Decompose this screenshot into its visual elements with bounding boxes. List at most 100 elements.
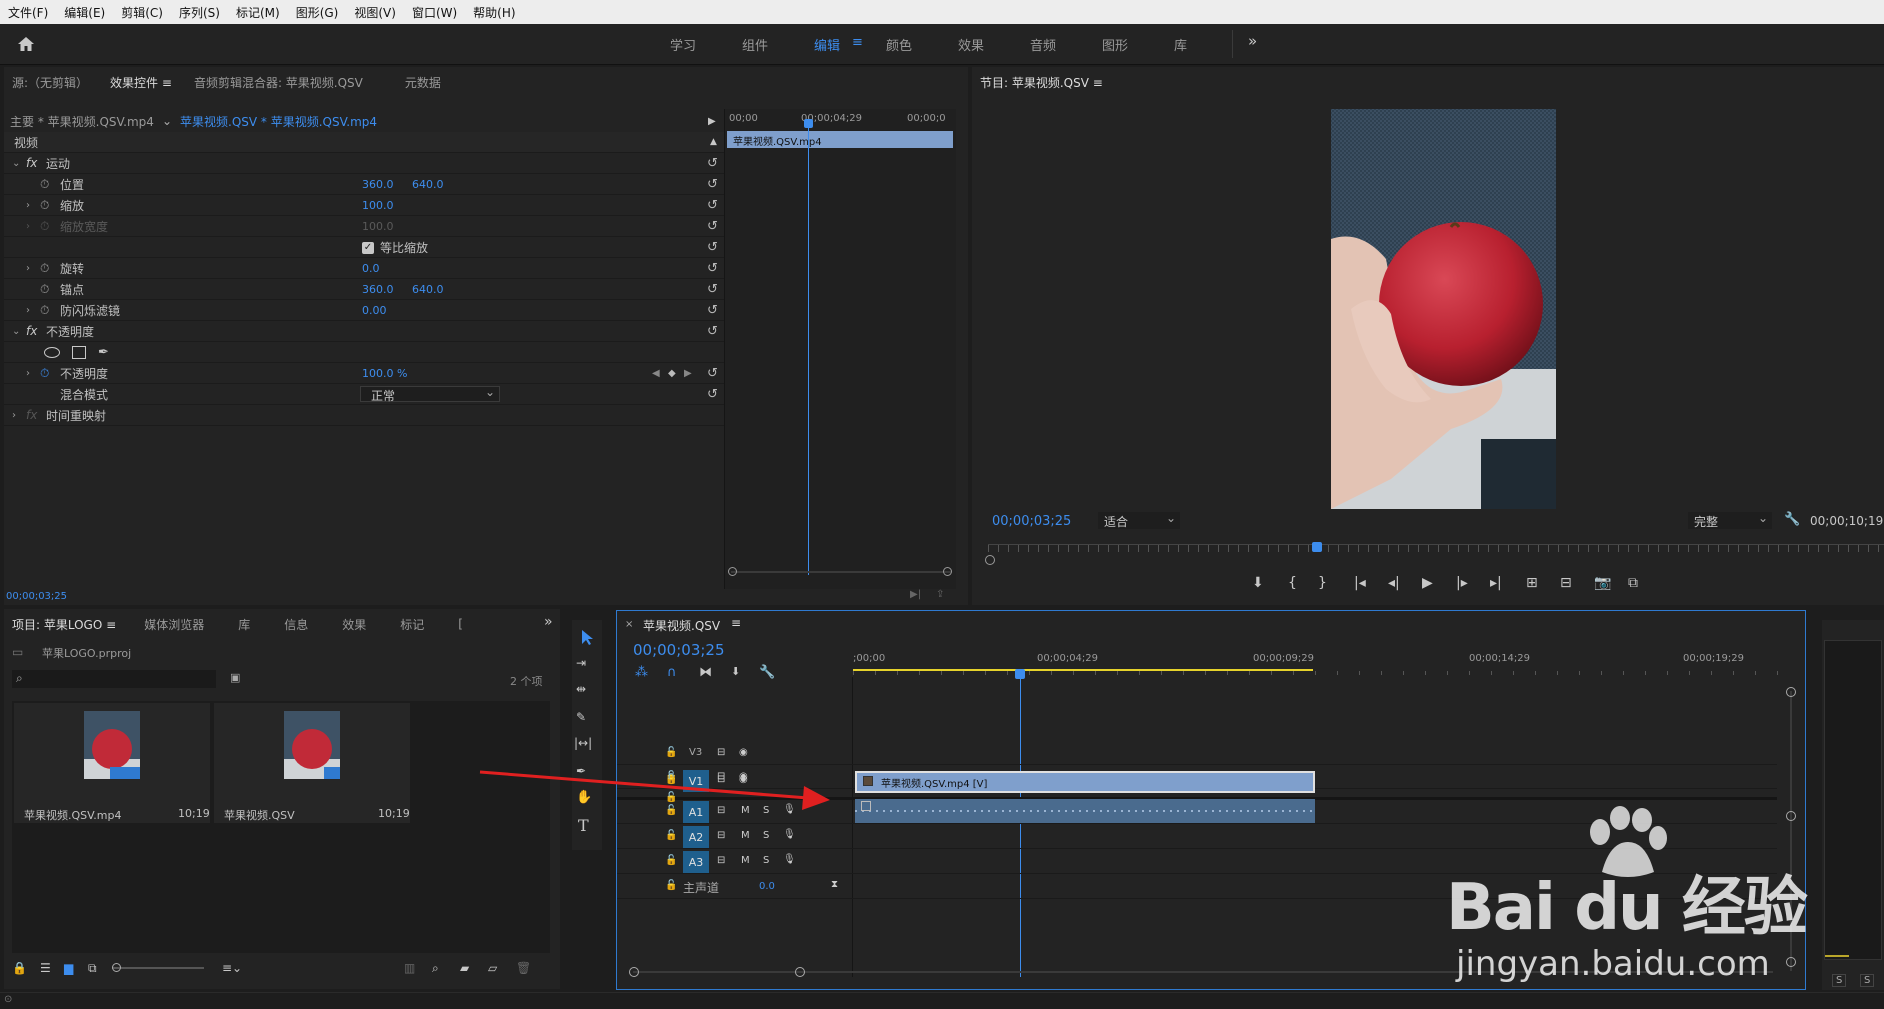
timeline-ruler[interactable]: ;00;00 00;00;04;29 00;00;09;29 00;00;14;…: [853, 641, 1793, 675]
snap-magnet-icon[interactable]: ∩: [667, 665, 677, 680]
home-icon[interactable]: [16, 35, 36, 53]
tab-overflow[interactable]: [: [458, 617, 463, 631]
stopwatch-icon[interactable]: ⏱: [40, 303, 49, 318]
menu-edit[interactable]: 编辑(E): [56, 4, 113, 21]
chevron-down-icon[interactable]: ⌄: [162, 114, 172, 128]
next-keyframe-icon[interactable]: ▶: [684, 368, 692, 379]
microphone-icon[interactable]: 🎙: [783, 854, 796, 865]
tab-source[interactable]: 源:（无剪辑）: [12, 74, 88, 91]
program-title[interactable]: 节目: 苹果视频.QSV: [980, 74, 1103, 91]
opacity-value[interactable]: 100.0 %: [362, 367, 407, 380]
tab-audio-clip-mixer[interactable]: 音频剪辑混合器: 苹果视频.QSV: [194, 74, 363, 91]
workspace-graphics[interactable]: 图形: [1102, 35, 1128, 54]
program-scrubber[interactable]: [988, 544, 1884, 552]
program-timecode[interactable]: 00;00;03;25: [992, 514, 1071, 529]
workspace-editing[interactable]: 编辑: [814, 35, 840, 54]
stopwatch-icon[interactable]: ⏱: [40, 177, 49, 192]
filter-icon[interactable]: ▶|: [910, 589, 921, 600]
new-bin-icon[interactable]: ▰: [460, 961, 469, 975]
sort-icon[interactable]: ≡⌄: [222, 961, 242, 975]
master-volume-value[interactable]: 0.0: [759, 881, 775, 892]
antiflicker-value[interactable]: 0.00: [362, 304, 387, 317]
settings-wrench-icon[interactable]: 🔧: [759, 665, 775, 680]
sync-lock-icon[interactable]: ⊟: [717, 830, 725, 841]
tab-markers[interactable]: 标记: [400, 616, 424, 633]
slip-tool-icon[interactable]: |↔|: [574, 736, 592, 750]
ellipse-mask-icon[interactable]: [44, 347, 60, 358]
track-select-icon[interactable]: ⇥: [576, 656, 586, 670]
source-patch-a3[interactable]: A3: [683, 851, 709, 873]
menu-view[interactable]: 视图(V): [346, 4, 404, 21]
close-icon[interactable]: ×: [625, 619, 633, 630]
freeform-view-icon[interactable]: ⧉: [88, 961, 97, 976]
position-x-value[interactable]: 360.0: [362, 178, 394, 191]
expand-chevron-icon[interactable]: ›: [26, 200, 30, 211]
expand-chevron-icon[interactable]: ›: [26, 368, 30, 379]
tab-project[interactable]: 项目: 苹果LOGO: [12, 616, 116, 633]
ripple-edit-icon[interactable]: ⇹: [576, 682, 586, 696]
stopwatch-icon[interactable]: ⏱: [40, 261, 49, 276]
tab-info[interactable]: 信息: [284, 616, 308, 633]
play-icon[interactable]: ▶: [1422, 575, 1433, 591]
reset-icon[interactable]: ↺: [707, 177, 718, 192]
zoom-slider-handle[interactable]: [112, 963, 121, 972]
effect-opacity[interactable]: ⌄ fx 不透明度 ↺: [4, 321, 726, 342]
effect-motion[interactable]: ⌄ fx 运动 ↺: [4, 153, 726, 174]
automate-icon[interactable]: ▥: [404, 961, 415, 975]
collapse-up-icon[interactable]: ▲: [710, 137, 717, 147]
timeline-title[interactable]: 苹果视频.QSV: [643, 617, 720, 634]
project-bin-area[interactable]: 苹果视频.QSV.mp4 10;19 苹果视频.QSV 10;19: [12, 701, 550, 953]
razor-icon[interactable]: ✎: [576, 710, 586, 724]
microphone-icon[interactable]: 🎙: [783, 829, 796, 840]
trash-icon[interactable]: 🗑: [516, 961, 531, 975]
menu-help[interactable]: 帮助(H): [465, 4, 523, 21]
play-triangle-icon[interactable]: ▶: [708, 116, 716, 127]
uniform-scale-checkbox[interactable]: ✓: [362, 242, 374, 254]
mini-clip-bar[interactable]: 苹果视频.QSV.mp4: [727, 131, 953, 148]
expand-chevron-icon[interactable]: ⌄: [12, 326, 20, 337]
mark-in-icon[interactable]: {: [1288, 575, 1297, 591]
more-workspaces-icon[interactable]: »: [1248, 32, 1257, 50]
anchor-y-value[interactable]: 640.0: [412, 283, 444, 296]
mini-playhead-handle[interactable]: [804, 119, 813, 128]
source-patch-a2[interactable]: A2: [683, 826, 709, 848]
project-item[interactable]: 苹果视频.QSV 10;19: [214, 703, 410, 823]
stopwatch-active-icon[interactable]: ⏱: [40, 366, 49, 381]
menu-sequence[interactable]: 序列(S): [171, 4, 228, 21]
expand-chevron-icon[interactable]: ›: [12, 410, 16, 421]
zoom-slider[interactable]: [112, 967, 204, 969]
step-forward-icon[interactable]: |▸: [1456, 575, 1468, 591]
more-panels-icon[interactable]: »: [544, 614, 553, 630]
reset-icon[interactable]: ↺: [707, 303, 718, 318]
new-item-icon[interactable]: ▱: [488, 961, 497, 975]
reset-icon[interactable]: ↺: [707, 387, 718, 402]
new-bin-search-icon[interactable]: ▣: [230, 671, 240, 684]
tab-libraries[interactable]: 库: [238, 616, 250, 633]
mute-button[interactable]: M: [741, 855, 750, 866]
expand-chevron-icon[interactable]: ›: [26, 305, 30, 316]
solo-right-button[interactable]: S: [1860, 974, 1875, 987]
program-playhead[interactable]: [1312, 542, 1322, 552]
v-scroll-handle-bottom[interactable]: [1786, 957, 1796, 967]
solo-button[interactable]: S: [763, 855, 769, 866]
blend-mode-dropdown[interactable]: 正常 ⌄: [360, 385, 500, 403]
anchor-x-value[interactable]: 360.0: [362, 283, 394, 296]
go-to-end-icon[interactable]: ⧗: [831, 879, 838, 890]
menu-clip[interactable]: 剪辑(C): [113, 4, 171, 21]
scroll-handle-right[interactable]: [943, 567, 952, 576]
menu-file[interactable]: 文件(F): [0, 4, 56, 21]
scroll-handle-right[interactable]: [795, 967, 805, 977]
menu-window[interactable]: 窗口(W): [404, 4, 465, 21]
go-to-out-icon[interactable]: ▸|: [1490, 575, 1502, 591]
audio-clip[interactable]: [855, 799, 1315, 823]
scale-value[interactable]: 100.0: [362, 199, 394, 212]
reset-icon[interactable]: ↺: [707, 282, 718, 297]
reset-icon[interactable]: ↺: [707, 261, 718, 276]
list-view-icon[interactable]: ☰: [40, 961, 51, 975]
type-tool-icon[interactable]: T: [578, 816, 589, 835]
scroll-handle-left[interactable]: [629, 967, 639, 977]
add-marker-icon[interactable]: ⬇: [1252, 575, 1264, 591]
zoom-handle-left[interactable]: [985, 555, 995, 565]
tab-effects[interactable]: 效果: [342, 616, 366, 633]
wrench-icon[interactable]: 🔧: [1784, 512, 1800, 527]
